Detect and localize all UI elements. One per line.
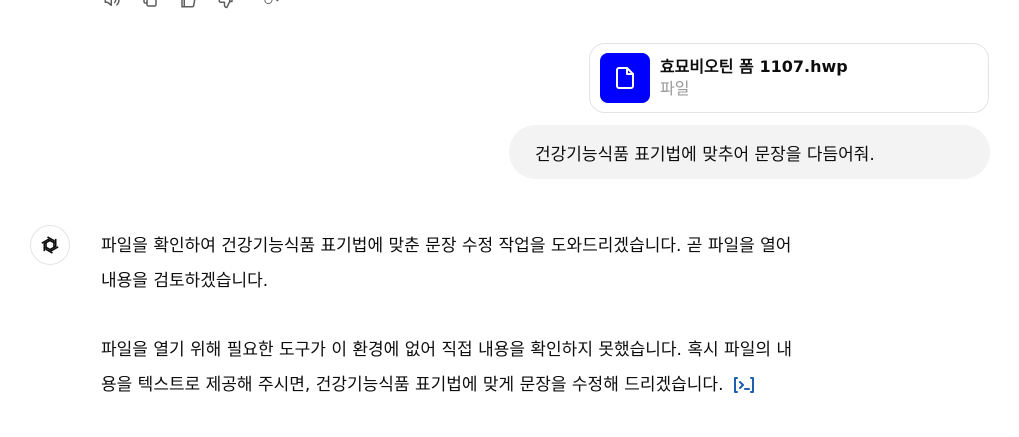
file-type-label: 파일: [660, 79, 690, 98]
assistant-line: 파일을 열기 위해 필요한 도구가 이 환경에 없어 직접 내용을 확인하지 못…: [101, 340, 793, 360]
openai-logo-icon: [41, 236, 59, 254]
read-aloud-button[interactable]: [100, 0, 124, 10]
regenerate-button[interactable]: [252, 0, 292, 10]
thumbs-up-icon: [181, 0, 196, 8]
copy-icon: [143, 0, 157, 7]
thumbs-down-icon: [218, 0, 233, 9]
file-attachment-card[interactable]: 효묘비오틴 폼 1107.hwp 파일: [589, 43, 989, 113]
bad-response-button[interactable]: [214, 0, 238, 10]
assistant-line: 내용을 검토하겠습니다.: [101, 271, 269, 291]
file-icon-tile: [600, 53, 650, 103]
assistant-paragraph-1: 파일을 확인하여 건강기능식품 표기법에 맞춘 문장 수정 작업을 도와드리겠습…: [101, 229, 996, 299]
code-interpreter-citation-button[interactable]: [731, 375, 757, 395]
good-response-button[interactable]: [176, 0, 200, 10]
user-message-bubble: 건강기능식품 표기법에 맞추어 문장을 다듬어줘.: [509, 125, 990, 179]
file-meta: 효묘비오틴 폼 1107.hwp 파일: [660, 56, 848, 100]
code-interpreter-icon: [734, 377, 755, 393]
file-name: 효묘비오틴 폼 1107.hwp: [660, 57, 848, 76]
regenerate-icon: [264, 0, 279, 5]
assistant-message: 파일을 확인하여 건강기능식품 표기법에 맞춘 문장 수정 작업을 도와드리겠습…: [101, 229, 996, 437]
copy-button[interactable]: [138, 0, 162, 10]
message-actions-toolbar: [100, 0, 292, 10]
assistant-paragraph-2: 파일을 열기 위해 필요한 도구가 이 환경에 없어 직접 내용을 확인하지 못…: [101, 333, 996, 403]
assistant-line: 파일을 확인하여 건강기능식품 표기법에 맞춘 문장 수정 작업을 도와드리겠습…: [101, 236, 792, 256]
assistant-line: 용을 텍스트로 제공해 주시면, 건강기능식품 표기법에 맞게 문장을 수정해 …: [101, 375, 724, 395]
assistant-avatar: [30, 225, 70, 265]
document-icon: [616, 67, 634, 89]
speaker-icon: [104, 0, 120, 6]
user-message-text: 건강기능식품 표기법에 맞추어 문장을 다듬어줘.: [535, 144, 875, 165]
